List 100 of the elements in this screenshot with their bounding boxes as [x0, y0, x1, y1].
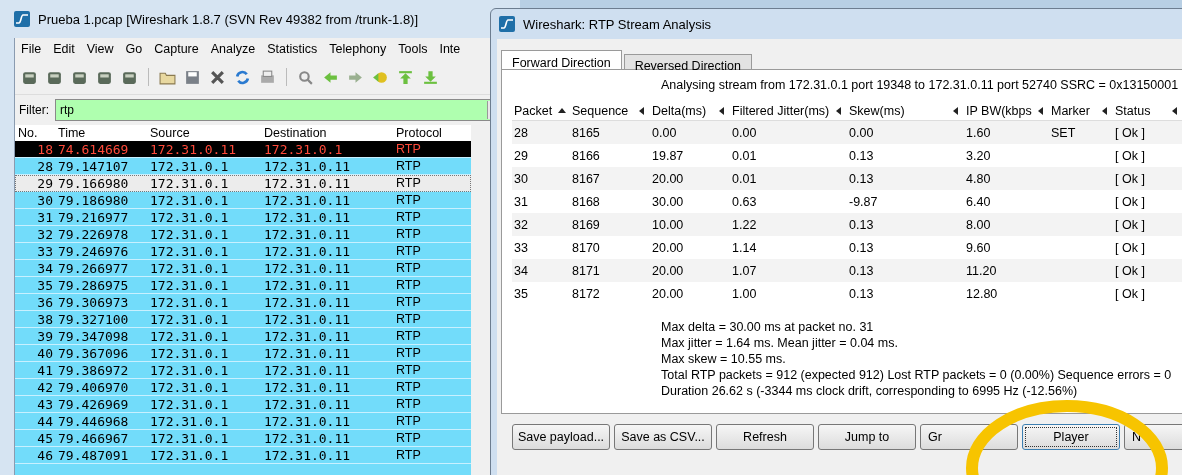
summary-line: Total RTP packets = 912 (expected 912) Lost RTP packets = 0 (0.00%) Sequence errors = 0 — [661, 367, 1173, 383]
table-cell-text: 33 — [36, 243, 54, 259]
menu-item[interactable]: View — [86, 42, 114, 56]
dialog-button[interactable]: Player — [1022, 424, 1120, 450]
packet-row[interactable]: 35 79.286975 172.31.0.1 172.31.0.11 RTP — [15, 277, 471, 294]
dialog-button[interactable]: Refresh — [716, 424, 814, 450]
table-cell-text: 8172 — [571, 286, 601, 301]
table-cell-text: 172.31.0.1 — [149, 379, 230, 395]
table-cell-text: 79.386972 — [57, 362, 130, 378]
table-cell-text: 20.00 — [651, 263, 685, 278]
dialog-title: Wireshark: RTP Stream Analysis — [523, 16, 712, 32]
packet-row[interactable]: 31 79.216977 172.31.0.1 172.31.0.11 RTP — [15, 209, 471, 226]
menu-item[interactable]: File — [21, 42, 42, 56]
table-cell-text: 29 — [36, 175, 54, 191]
table-cell-text: RTP — [395, 176, 422, 190]
summary-line: Duration 26.62 s (-3344 ms clock drift, corresponding to 6995 Hz (-12.56%) — [661, 383, 1079, 399]
packet-row[interactable]: 34 79.266977 172.31.0.1 172.31.0.11 RTP — [15, 260, 471, 277]
packet-row[interactable]: 45 79.466967 172.31.0.1 172.31.0.11 RTP — [15, 430, 471, 447]
column-header[interactable]: Status — [1113, 104, 1182, 118]
dialog-button[interactable]: Save payload... — [512, 424, 610, 450]
save-icon[interactable] — [184, 68, 201, 86]
packet-row[interactable]: 42 79.406970 172.31.0.1 172.31.0.11 RTP — [15, 379, 471, 396]
table-cell-text: 172.31.0.11 — [263, 362, 352, 378]
table-cell-text: [ Ok ] — [1114, 240, 1146, 255]
table-cell-text: 172.31.0.11 — [263, 413, 352, 429]
column-header[interactable]: Delta(ms) — [650, 104, 730, 118]
dialog-button[interactable]: Jump to — [818, 424, 916, 450]
column-header[interactable]: Source — [147, 126, 261, 140]
packet-row[interactable]: 29 79.166980 172.31.0.1 172.31.0.11 RTP — [15, 175, 471, 192]
packet-row[interactable]: 18 74.614669 172.31.0.11 172.31.0.1 RTP — [15, 141, 471, 158]
table-cell-text: 19.87 — [651, 148, 685, 163]
table-cell-text: 172.31.0.11 — [263, 277, 352, 293]
summary-line: Max jitter = 1.64 ms. Mean jitter = 0.04 ms. — [661, 335, 899, 351]
menu-item[interactable]: Tools — [398, 42, 428, 56]
menu-item[interactable]: Telephony — [329, 42, 387, 56]
packet-row[interactable]: 40 79.367096 172.31.0.1 172.31.0.11 RTP — [15, 345, 471, 362]
packet-row[interactable]: 38 79.327100 172.31.0.1 172.31.0.11 RTP — [15, 311, 471, 328]
packet-row[interactable]: 32 79.226978 172.31.0.1 172.31.0.11 RTP — [15, 226, 471, 243]
column-header[interactable]: Marker — [1049, 104, 1113, 118]
table-cell-text: RTP — [395, 414, 422, 428]
table-cell-text: RTP — [395, 227, 422, 241]
search-icon[interactable] — [297, 68, 314, 86]
column-header[interactable]: IP BW(kbps — [964, 104, 1049, 118]
table-cell-text: 172.31.0.11 — [263, 447, 352, 463]
packet-row[interactable]: 30 79.186980 172.31.0.1 172.31.0.11 RTP — [15, 192, 471, 209]
menu-item[interactable]: Capture — [154, 42, 199, 56]
packet-row[interactable]: 43 79.426969 172.31.0.1 172.31.0.11 RTP — [15, 396, 471, 413]
column-header[interactable]: Sequence — [570, 104, 650, 118]
menu-item[interactable]: Edit — [53, 42, 75, 56]
table-cell-text: 79.246976 — [57, 243, 130, 259]
table-cell-text: 45 — [36, 430, 54, 446]
packet-row[interactable]: 41 79.386972 172.31.0.1 172.31.0.11 RTP — [15, 362, 471, 379]
tab[interactable]: Reversed Direction — [623, 54, 752, 69]
packet-row[interactable]: 36 79.306973 172.31.0.1 172.31.0.11 RTP — [15, 294, 471, 311]
table-cell-text: 0.01 — [731, 148, 758, 163]
table-cell-text: 28 — [36, 158, 54, 174]
table-cell-text: 172.31.0.1 — [149, 328, 230, 344]
table-cell-text: 31 — [513, 194, 529, 209]
reload-icon[interactable] — [234, 68, 251, 86]
first-packet-icon[interactable] — [397, 68, 414, 86]
menu-item[interactable]: Statistics — [267, 42, 318, 56]
last-packet-icon[interactable] — [422, 68, 439, 86]
table-cell-text: 35 — [36, 277, 54, 293]
menu-item[interactable]: Inte — [439, 42, 461, 56]
column-header[interactable]: No. — [15, 126, 55, 140]
table-cell-text: 0.00 — [848, 125, 875, 140]
packet-row[interactable]: 33 79.246976 172.31.0.1 172.31.0.11 RTP — [15, 243, 471, 260]
packet-row[interactable]: 46 79.487091 172.31.0.1 172.31.0.11 RTP — [15, 447, 471, 464]
table-cell-text: 172.31.0.1 — [149, 158, 230, 174]
column-header[interactable]: Filtered Jitter(ms) — [730, 104, 847, 118]
print-icon[interactable] — [259, 68, 276, 86]
packet-row[interactable]: 39 79.347098 172.31.0.1 172.31.0.11 RTP — [15, 328, 471, 345]
close-icon[interactable] — [209, 68, 226, 86]
column-header[interactable]: Destination — [261, 126, 393, 140]
table-cell-text: RTP — [395, 295, 422, 309]
tab[interactable]: Forward Direction — [501, 50, 622, 69]
table-cell-text: RTP — [395, 210, 422, 224]
table-cell-text: 41 — [36, 362, 54, 378]
column-header[interactable]: Skew(ms) — [847, 104, 964, 118]
table-cell-text: 6.40 — [965, 194, 992, 209]
table-cell-text: 1.60 — [965, 125, 992, 140]
menu-item[interactable]: Go — [125, 42, 143, 56]
table-cell-text: 79.216977 — [57, 209, 130, 225]
table-cell-text: 172.31.0.1 — [149, 175, 230, 191]
summary-line: Max skew = 10.55 ms. — [661, 351, 787, 367]
table-cell-text: 172.31.0.1 — [149, 260, 230, 276]
dialog-button[interactable]: Save as CSV... — [614, 424, 712, 450]
table-cell-text: 79.147107 — [57, 158, 130, 174]
column-header[interactable]: Time — [55, 126, 147, 140]
packet-row[interactable]: 44 79.446968 172.31.0.1 172.31.0.11 RTP — [15, 413, 471, 430]
column-header[interactable]: Protocol — [393, 126, 463, 140]
table-cell-text: 0.63 — [731, 194, 758, 209]
column-header[interactable]: Packet — [512, 104, 570, 118]
menu-item[interactable]: Analyze — [210, 42, 256, 56]
table-cell-text: RTP — [395, 159, 422, 173]
table-cell-text: [ Ok ] — [1114, 148, 1146, 163]
table-cell-text: 1.22 — [731, 217, 758, 232]
table-cell-text: 8166 — [571, 148, 601, 163]
table-cell-text: 172.31.0.11 — [263, 345, 352, 361]
table-cell-text: 8171 — [571, 263, 601, 278]
